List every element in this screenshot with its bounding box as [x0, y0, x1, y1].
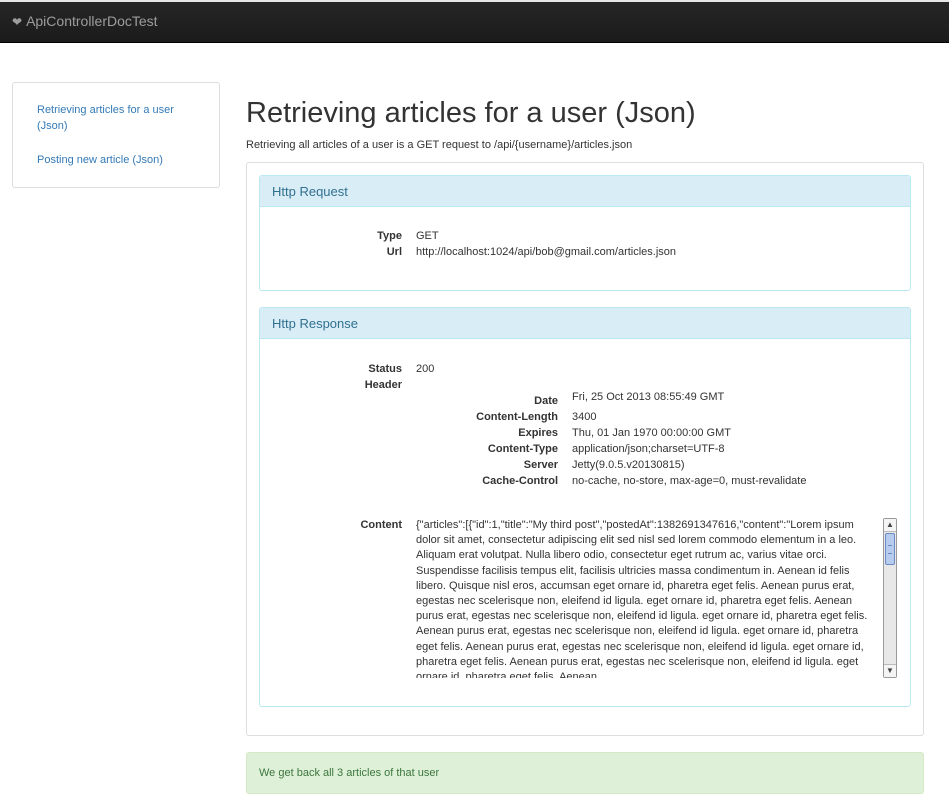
sidebar-item-retrieving-articles[interactable]: Retrieving articles for a user (Json) [37, 102, 197, 134]
brand-link[interactable]: ❤ ApiControllerDocTest [12, 13, 158, 29]
response-content-label: Content [360, 519, 402, 531]
scroll-down-arrow-icon[interactable]: ▼ [884, 664, 896, 677]
page-description: Retrieving all articles of a user is a G… [246, 139, 633, 151]
response-status-label: Status [368, 363, 402, 375]
brand-label: ApiControllerDocTest [26, 13, 158, 29]
success-alert: We get back all 3 articles of that user [246, 752, 924, 794]
content-scrollbar[interactable]: ▲ ▼ [883, 518, 897, 678]
header-name-date: Date [534, 395, 558, 407]
response-status-value: 200 [416, 363, 435, 375]
request-type-label: Type [377, 230, 402, 242]
request-url-label: Url [386, 246, 402, 258]
header-name-expires: Expires [518, 427, 558, 439]
example-well: Http Request Type GET Url http://localho… [246, 162, 924, 736]
header-value-server: Jetty(9.0.5.v20130815) [572, 459, 685, 471]
http-request-panel: Http Request Type GET Url http://localho… [259, 175, 911, 291]
sidebar-nav: Retrieving articles for a user (Json) Po… [12, 82, 220, 188]
http-response-heading: Http Response [260, 308, 910, 339]
header-value-expires: Thu, 01 Jan 1970 00:00:00 GMT [572, 427, 731, 439]
heart-icon: ❤ [12, 15, 23, 29]
header-value-content-length: 3400 [572, 411, 597, 423]
header-name-cache-control: Cache-Control [482, 475, 558, 487]
navbar: ❤ ApiControllerDocTest [0, 0, 949, 43]
header-value-date: Fri, 25 Oct 2013 08:55:49 GMT [572, 391, 725, 403]
http-response-panel: Http Response Status 200 Header Date Fri… [259, 307, 911, 707]
response-content-area[interactable]: {"articles":[{"id":1,"title":"My third p… [416, 518, 898, 678]
sidebar-item-posting-article[interactable]: Posting new article (Json) [37, 152, 163, 168]
header-value-content-type: application/json;charset=UTF-8 [572, 443, 725, 455]
request-type-value: GET [416, 230, 439, 242]
header-name-content-length: Content-Length [476, 411, 558, 423]
scroll-up-arrow-icon[interactable]: ▲ [884, 519, 896, 532]
response-header-label: Header [364, 379, 402, 391]
header-name-server: Server [523, 459, 558, 471]
http-request-heading: Http Request [260, 176, 910, 207]
header-name-content-type: Content-Type [487, 443, 558, 455]
page-title: Retrieving articles for a user (Json) [246, 97, 696, 129]
scrollbar-thumb[interactable] [885, 533, 895, 565]
header-value-cache-control: no-cache, no-store, max-age=0, must-reva… [572, 475, 807, 487]
request-url-value: http://localhost:1024/api/bob@gmail.com/… [416, 246, 677, 258]
